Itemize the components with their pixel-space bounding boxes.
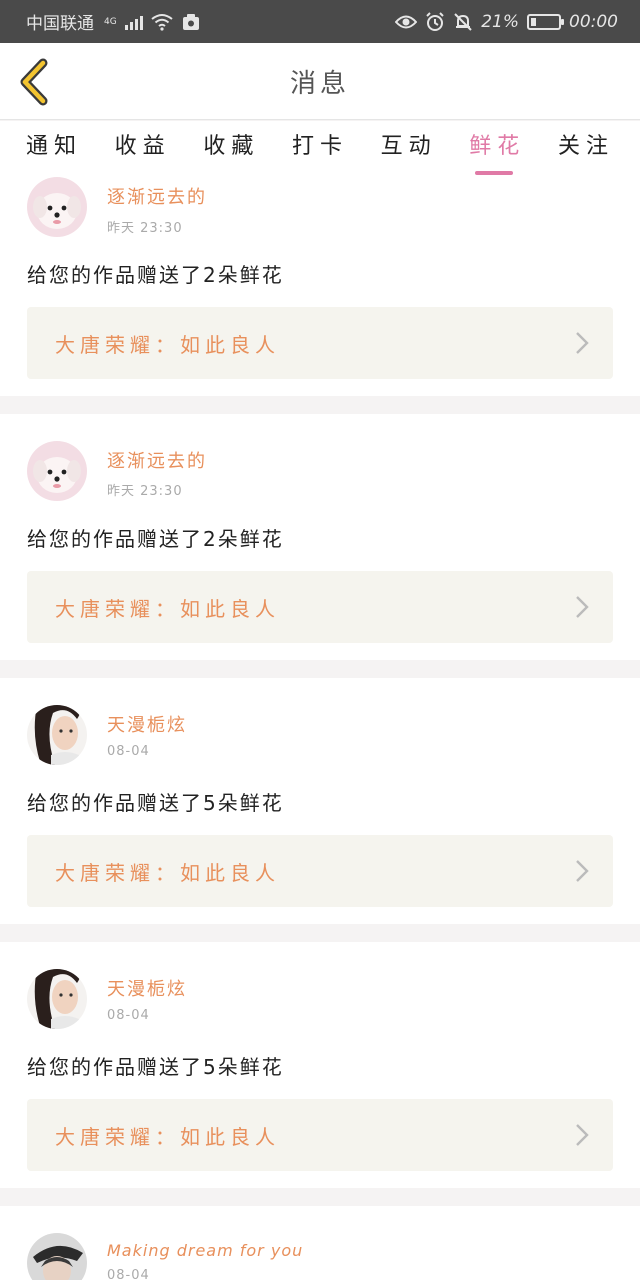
message-text: 给您的作品赠送了2朵鲜花 xyxy=(27,263,284,287)
header: 消息 xyxy=(0,43,640,120)
username[interactable]: 逐渐远去的 xyxy=(107,447,207,473)
avatar[interactable] xyxy=(27,177,87,237)
username[interactable]: 天漫栀炫 xyxy=(107,975,187,1001)
app-notification-icon xyxy=(182,13,199,30)
work-title: 大唐荣耀：如此良人 xyxy=(55,332,280,357)
list-item: 逐渐远去的 昨天 23:30 给您的作品赠送了2朵鲜花 大唐荣耀：如此良人 xyxy=(0,177,640,396)
avatar[interactable] xyxy=(27,441,87,501)
status-bar: 中国联通 4G 21% 00:00 xyxy=(0,0,640,43)
list-item: Making dream for you 08-04 xyxy=(0,1206,640,1280)
tab-interactions[interactable]: 互动 xyxy=(381,121,437,177)
work-title: 大唐荣耀：如此良人 xyxy=(55,596,280,621)
clock: 00:00 xyxy=(569,11,618,32)
mute-bell-icon xyxy=(454,12,472,31)
list-item: 逐渐远去的 昨天 23:30 给您的作品赠送了2朵鲜花 大唐荣耀：如此良人 xyxy=(0,414,640,660)
avatar[interactable] xyxy=(27,705,87,765)
avatar[interactable] xyxy=(27,1233,87,1280)
username[interactable]: Making dream for you xyxy=(107,1241,303,1260)
battery-icon xyxy=(527,13,564,30)
chevron-right-icon xyxy=(576,596,589,618)
tab-follows[interactable]: 关注 xyxy=(558,121,614,177)
wifi-icon xyxy=(151,13,173,31)
work-link[interactable]: 大唐荣耀：如此良人 xyxy=(27,1099,613,1171)
message-text: 给您的作品赠送了5朵鲜花 xyxy=(27,791,284,815)
tab-bar: 通知 收益 收藏 打卡 互动 鲜花 关注 xyxy=(0,121,640,177)
tab-checkin[interactable]: 打卡 xyxy=(292,121,348,177)
work-title: 大唐荣耀：如此良人 xyxy=(55,860,280,885)
work-link[interactable]: 大唐荣耀：如此良人 xyxy=(27,835,613,907)
timestamp: 昨天 23:30 xyxy=(107,484,183,499)
work-link[interactable]: 大唐荣耀：如此良人 xyxy=(27,571,613,643)
signal-icon xyxy=(124,14,143,30)
username[interactable]: 天漫栀炫 xyxy=(107,711,187,737)
back-button[interactable] xyxy=(16,57,56,107)
timestamp: 08-04 xyxy=(107,744,150,759)
tab-favorites[interactable]: 收藏 xyxy=(203,121,259,177)
page-title: 消息 xyxy=(289,68,350,99)
list-item: 天漫栀炫 08-04 给您的作品赠送了5朵鲜花 大唐荣耀：如此良人 xyxy=(0,942,640,1188)
avatar[interactable] xyxy=(27,969,87,1029)
message-text: 给您的作品赠送了2朵鲜花 xyxy=(27,527,284,551)
username[interactable]: 逐渐远去的 xyxy=(107,183,207,209)
work-link[interactable]: 大唐荣耀：如此良人 xyxy=(27,307,613,379)
message-list[interactable]: 逐渐远去的 昨天 23:30 给您的作品赠送了2朵鲜花 大唐荣耀：如此良人 逐渐… xyxy=(0,177,640,1280)
work-title: 大唐荣耀：如此良人 xyxy=(55,1124,280,1149)
list-item: 天漫栀炫 08-04 给您的作品赠送了5朵鲜花 大唐荣耀：如此良人 xyxy=(0,678,640,924)
tab-earnings[interactable]: 收益 xyxy=(115,121,171,177)
chevron-right-icon xyxy=(576,860,589,882)
message-text: 给您的作品赠送了5朵鲜花 xyxy=(27,1055,284,1079)
alarm-icon xyxy=(426,11,444,31)
eye-icon xyxy=(395,15,418,28)
chevron-right-icon xyxy=(576,1124,589,1146)
timestamp: 昨天 23:30 xyxy=(107,221,183,236)
carrier-name: 中国联通 xyxy=(26,14,94,34)
tab-flowers[interactable]: 鲜花 xyxy=(469,121,525,177)
battery-percent: 21% xyxy=(481,11,519,32)
chevron-right-icon xyxy=(576,332,589,354)
timestamp: 08-04 xyxy=(107,1008,150,1023)
tab-notifications[interactable]: 通知 xyxy=(26,121,82,177)
timestamp: 08-04 xyxy=(107,1268,150,1280)
network-type: 4G xyxy=(104,16,117,27)
